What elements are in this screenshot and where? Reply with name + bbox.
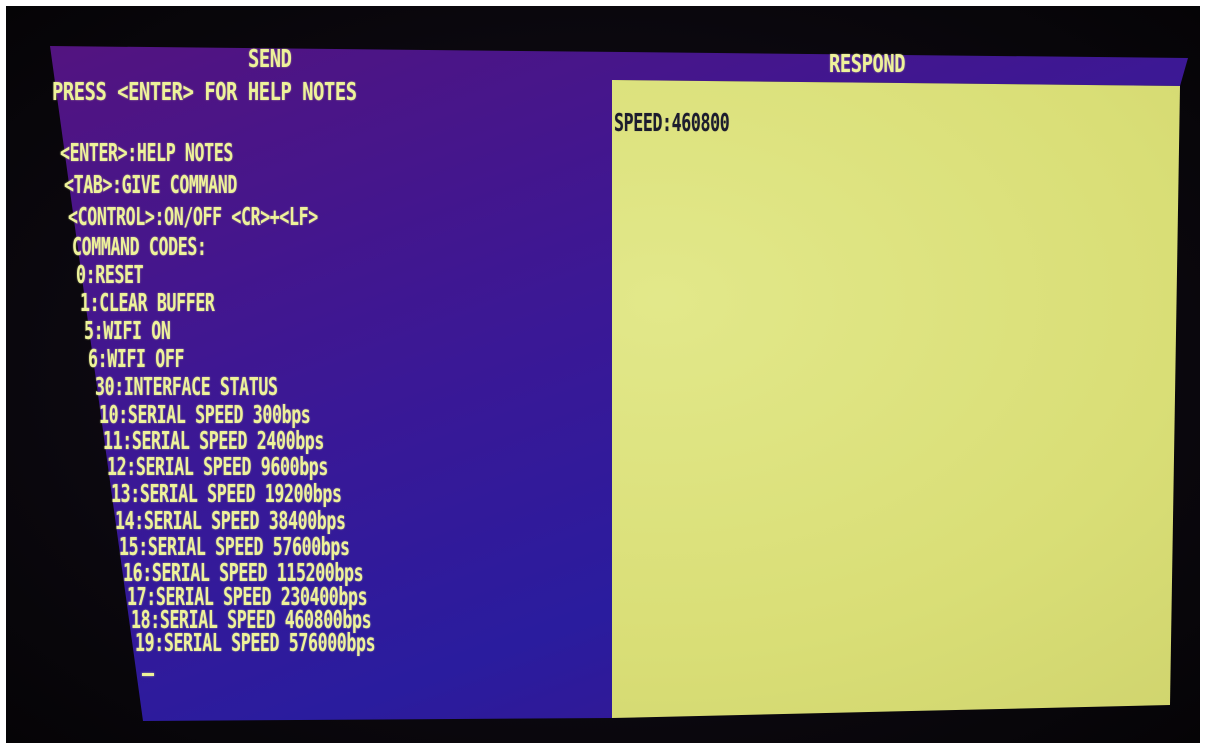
command-code-line: 12:SERIAL SPEED 9600bps (107, 452, 329, 482)
help-line-control: <CONTROL>:ON/OFF <CR>+<LF> (68, 202, 318, 232)
command-code-line: 1:CLEAR BUFFER (80, 288, 215, 318)
respond-title: RESPOND (829, 48, 906, 79)
respond-output-line: SPEED:460800 (614, 108, 730, 138)
command-codes-heading: COMMAND CODES: (72, 232, 207, 262)
help-line-enter: <ENTER>:HELP NOTES (60, 138, 233, 168)
send-title: SEND (248, 43, 292, 74)
command-code-line: 13:SERIAL SPEED 19200bps (111, 479, 342, 509)
command-code-line: 5:WIFI ON (84, 316, 171, 346)
input-cursor[interactable] (142, 673, 154, 676)
command-code-line: 19:SERIAL SPEED 576000bps (135, 628, 376, 658)
command-code-line: 6:WIFI OFF (88, 344, 185, 374)
command-code-line: 14:SERIAL SPEED 38400bps (115, 506, 346, 536)
command-code-line: 0:RESET (76, 260, 144, 290)
terminal-screen: SEND PRESS <ENTER> FOR HELP NOTES RESPON… (6, 6, 1200, 743)
monitor-photo: SEND PRESS <ENTER> FOR HELP NOTES RESPON… (6, 6, 1200, 743)
send-prompt: PRESS <ENTER> FOR HELP NOTES (52, 76, 357, 107)
command-code-line: 30:INTERFACE STATUS (95, 372, 278, 402)
command-code-line: 11:SERIAL SPEED 2400bps (103, 426, 325, 456)
help-line-tab: <TAB>:GIVE COMMAND (64, 170, 237, 200)
command-code-line: 15:SERIAL SPEED 57600bps (119, 532, 350, 562)
command-code-line: 10:SERIAL SPEED 300bps (99, 400, 311, 430)
